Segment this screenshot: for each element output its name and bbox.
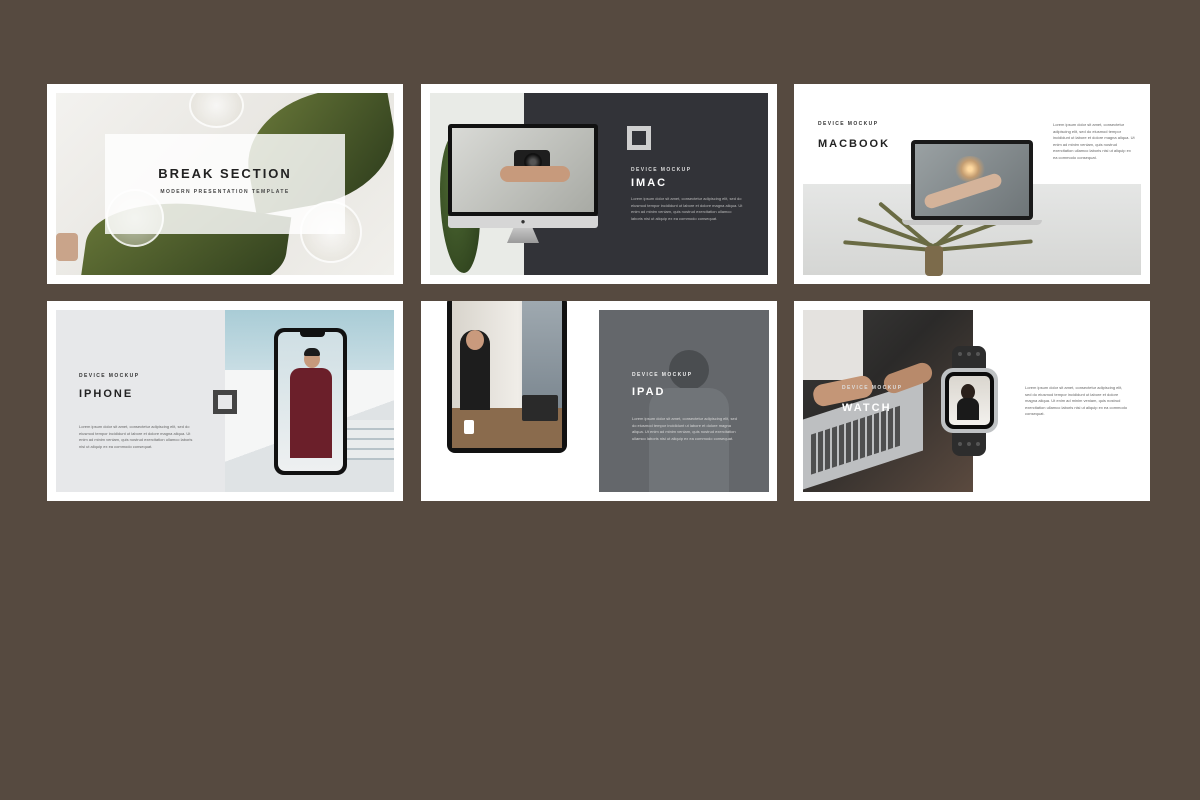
slide-body-text: Lorem ipsum dolor sit amet, consectetur … — [1053, 122, 1135, 160]
slide-body-text: Lorem ipsum dolor sit amet, consectetur … — [631, 196, 743, 221]
square-outline-icon — [213, 390, 237, 414]
slide-body-text: Lorem ipsum dolor sit amet, consectetur … — [79, 424, 193, 449]
slide-kicker: DEVICE MOCKUP — [818, 121, 879, 127]
slide-title: IMAC — [631, 177, 668, 189]
slide-thumbnail-imac[interactable]: ● DEVICE MOCKUP IMAC Lorem ipsum dolor s… — [421, 84, 777, 284]
slide-title: BREAK SECTION — [158, 166, 292, 181]
laptop-image — [522, 395, 558, 421]
macbook-base — [902, 220, 1042, 225]
bottle-image — [56, 233, 78, 261]
wine-glass-image — [189, 93, 244, 128]
mug-image — [464, 420, 474, 434]
person-image — [290, 368, 332, 458]
slide-title: IPHONE — [79, 388, 134, 400]
slide-thumbnail-iphone[interactable]: DEVICE MOCKUP IPHONE Lorem ipsum dolor s… — [47, 301, 403, 501]
slide-body-text: Lorem ipsum dolor sit amet, consectetur … — [632, 416, 737, 441]
apple-watch-mockup — [941, 368, 998, 433]
hands-image — [500, 166, 570, 182]
square-outline-icon — [627, 126, 651, 150]
ipad-mockup — [447, 301, 567, 453]
slide-thumbnail-watch[interactable]: DEVICE MOCKUP WATCH Lorem ipsum dolor si… — [794, 301, 1150, 501]
slide-title: WATCH — [842, 402, 892, 414]
macbook-screen-mockup — [911, 140, 1033, 220]
slide-title: IPAD — [632, 386, 666, 398]
imac-screen-mockup — [448, 124, 598, 216]
slide-title: MACBOOK — [818, 138, 891, 150]
gray-panel-photo — [599, 310, 769, 492]
apple-logo-icon: ● — [448, 216, 598, 228]
slide-kicker: DEVICE MOCKUP — [631, 167, 692, 173]
light-panel — [56, 310, 226, 492]
slide-thumbnail-break-section[interactable]: BREAK SECTION MODERN PRESENTATION TEMPLA… — [47, 84, 403, 284]
iphone-mockup — [274, 328, 347, 475]
slide-thumbnail-ipad[interactable]: DEVICE MOCKUP IPAD Lorem ipsum dolor sit… — [421, 301, 777, 501]
slide-kicker: DEVICE MOCKUP — [79, 373, 140, 379]
slide-thumbnail-macbook[interactable]: DEVICE MOCKUP MACBOOK Lorem ipsum dolor … — [794, 84, 1150, 284]
slide-kicker: DEVICE MOCKUP — [632, 372, 693, 378]
title-overlay-box: BREAK SECTION MODERN PRESENTATION TEMPLA… — [105, 134, 345, 234]
slide-subtitle: MODERN PRESENTATION TEMPLATE — [160, 189, 290, 195]
slide-body-text: Lorem ipsum dolor sit amet, consectetur … — [1025, 385, 1128, 416]
slide-kicker: DEVICE MOCKUP — [842, 385, 903, 391]
